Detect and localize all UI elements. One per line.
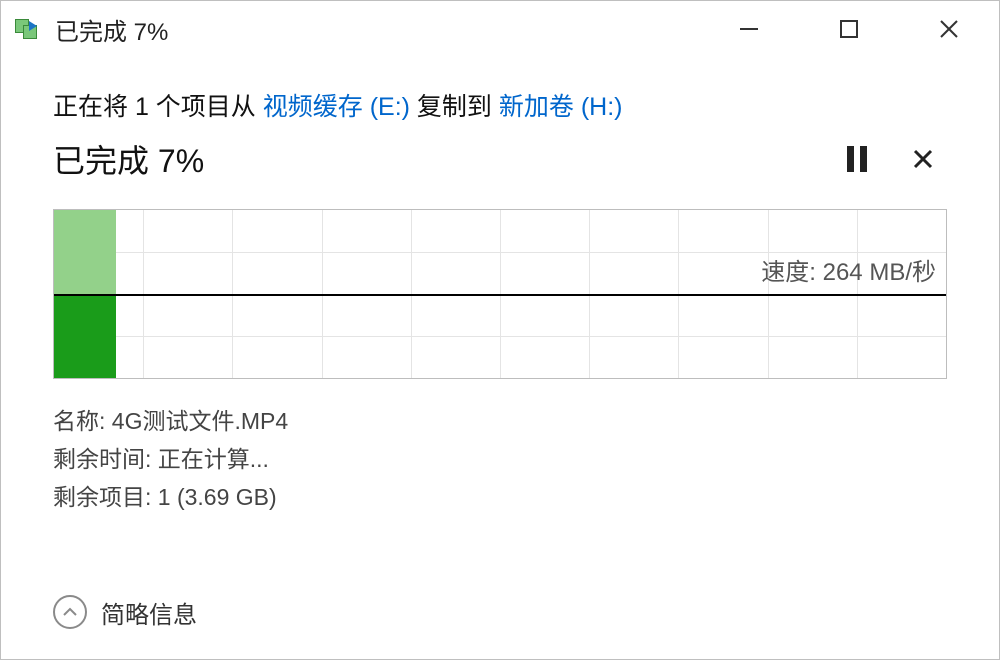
detail-items-row: 剩余项目: 1 (3.69 GB) — [53, 479, 947, 517]
pause-button[interactable] — [833, 135, 881, 183]
detail-time-row: 剩余时间: 正在计算... — [53, 441, 947, 479]
cancel-button[interactable] — [899, 135, 947, 183]
detail-name-value: 4G测试文件.MP4 — [112, 408, 288, 434]
graph-fill-upper — [54, 210, 116, 294]
speed-graph: 速度: 264 MB/秒 — [53, 209, 947, 379]
details-block: 名称: 4G测试文件.MP4 剩余时间: 正在计算... 剩余项目: 1 (3.… — [53, 403, 947, 517]
source-link[interactable]: 视频缓存 (E:) — [263, 93, 410, 121]
copy-dialog-window: 已完成 7% 正在将 1 个项目从 视频缓存 (E:) 复制到 新加卷 (H:)… — [0, 0, 1000, 660]
close-icon — [912, 148, 934, 170]
copy-prefix: 正在将 1 个项目从 — [53, 93, 263, 121]
pause-icon — [847, 146, 854, 172]
detail-name-row: 名称: 4G测试文件.MP4 — [53, 403, 947, 441]
chevron-up-icon — [62, 604, 78, 620]
pause-icon — [860, 146, 867, 172]
copy-middle: 复制到 — [410, 93, 499, 121]
progress-row: 已完成 7% — [53, 135, 947, 183]
dialog-body: 正在将 1 个项目从 视频缓存 (E:) 复制到 新加卷 (H:) 已完成 7% — [1, 57, 999, 583]
window-controls — [699, 1, 999, 57]
maximize-button[interactable] — [799, 1, 899, 57]
close-window-button[interactable] — [899, 1, 999, 57]
copy-description: 正在将 1 个项目从 视频缓存 (E:) 复制到 新加卷 (H:) — [53, 87, 947, 123]
detail-name-label: 名称: — [53, 408, 112, 434]
minimize-button[interactable] — [699, 1, 799, 57]
speed-label: 速度: 264 MB/秒 — [761, 252, 936, 287]
detail-time-label: 剩余时间: — [53, 446, 158, 472]
detail-items-label: 剩余项目: — [53, 484, 158, 510]
graph-speed-line — [54, 294, 946, 296]
collapse-toggle[interactable] — [53, 595, 87, 629]
copy-icon — [15, 19, 43, 39]
footer: 简略信息 — [1, 583, 999, 659]
window-title: 已完成 7% — [55, 12, 699, 47]
detail-time-value: 正在计算... — [158, 446, 269, 472]
detail-items-value: 1 (3.69 GB) — [158, 484, 277, 510]
graph-fill-lower — [54, 294, 116, 378]
progress-label: 已完成 7% — [53, 136, 815, 182]
titlebar: 已完成 7% — [1, 1, 999, 57]
dest-link[interactable]: 新加卷 (H:) — [499, 93, 623, 121]
collapse-label[interactable]: 简略信息 — [101, 595, 197, 630]
